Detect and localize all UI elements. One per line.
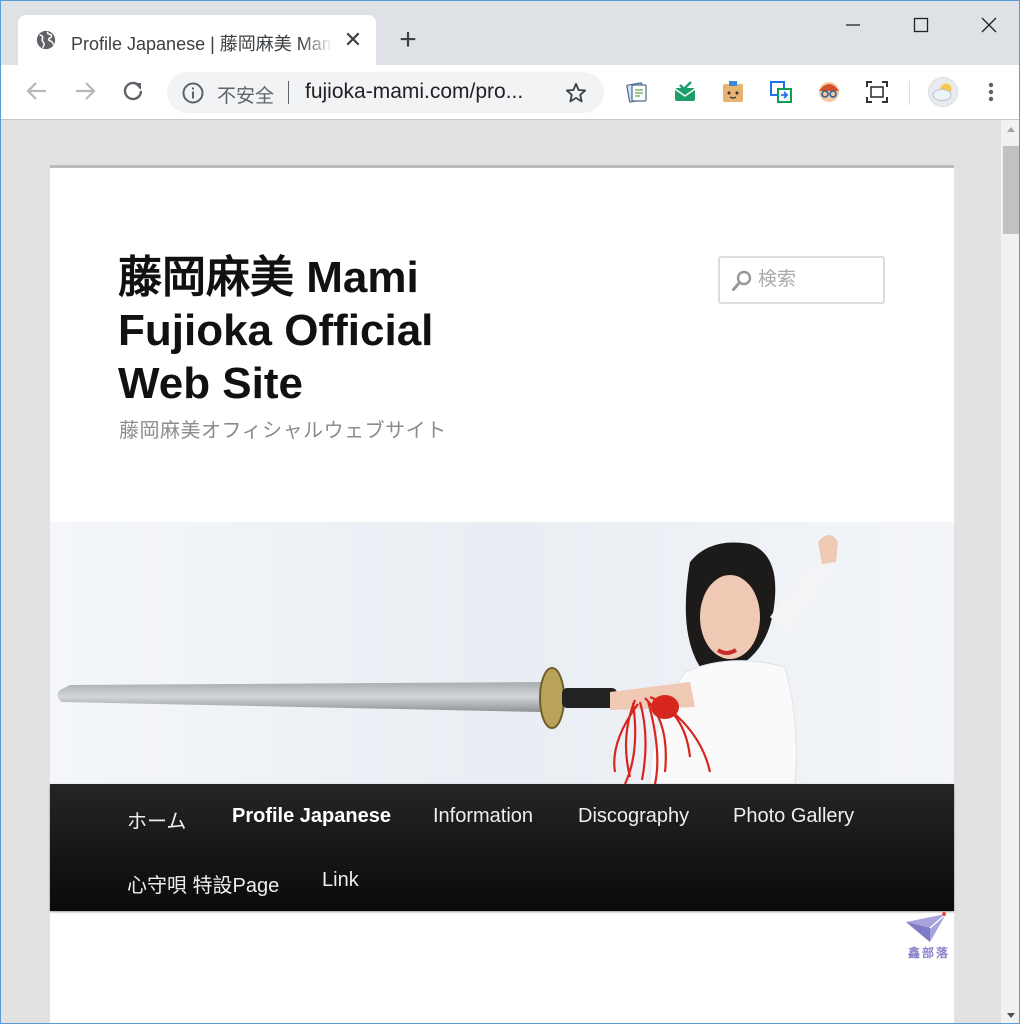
new-tab-plus-icon[interactable]: + — [393, 25, 423, 55]
mail-check-icon[interactable] — [672, 79, 698, 105]
main-navigation: ホーム Profile Japanese Information Discogr… — [50, 784, 954, 911]
weather-icon — [932, 83, 952, 101]
cartoon-avatar-icon[interactable] — [816, 79, 842, 105]
minimize-icon — [846, 24, 860, 26]
browser-tab-active[interactable]: Profile Japanese | 藤岡麻美 Mami Fujioka Off… — [18, 15, 376, 65]
notes-icon[interactable] — [624, 79, 650, 105]
maximize-icon — [913, 17, 929, 33]
scroll-up-arrow-icon[interactable] — [1001, 120, 1020, 140]
header-image — [50, 522, 954, 784]
back-arrow-icon[interactable] — [23, 77, 51, 105]
paper-plane-icon — [906, 912, 947, 942]
nav-item-home[interactable]: ホーム — [127, 805, 186, 834]
globe-icon — [36, 30, 56, 50]
watermark-logo: 鑫部落 — [900, 910, 956, 964]
site-description: 藤岡麻美オフィシャルウェブサイト — [119, 420, 447, 442]
site-page: 藤岡麻美 Mami Fujioka Official Web Site 藤岡麻美… — [50, 165, 956, 1023]
address-divider — [288, 81, 289, 104]
tab-title: Profile Japanese | 藤岡麻美 Mami Fujioka Off… — [71, 34, 333, 54]
maximize-button[interactable] — [901, 9, 941, 41]
security-label: 不安全 — [217, 86, 275, 107]
page-viewport: 藤岡麻美 Mami Fujioka Official Web Site 藤岡麻美… — [1, 120, 1001, 1023]
screenshot-icon[interactable] — [864, 79, 890, 105]
nav-item-profile-japanese[interactable]: Profile Japanese — [232, 805, 391, 828]
watermark-text: 鑫部落 — [907, 946, 950, 960]
nav-item-photo-gallery[interactable]: Photo Gallery — [733, 805, 854, 828]
nav-item-information[interactable]: Information — [433, 805, 533, 828]
profile-avatar[interactable] — [928, 77, 958, 107]
site-title[interactable]: 藤岡麻美 Mami Fujioka Official Web Site — [118, 251, 498, 410]
search-box[interactable] — [718, 256, 885, 304]
minimize-button[interactable] — [833, 9, 873, 41]
nav-item-link[interactable]: Link — [322, 869, 359, 892]
close-icon — [981, 17, 997, 33]
browser-toolbar: 不安全 fujioka-mami.com/pro... — [1, 65, 1019, 120]
search-input[interactable] — [758, 266, 878, 294]
search-icon — [732, 270, 752, 291]
scroll-down-arrow-icon[interactable] — [1001, 1005, 1020, 1024]
reload-icon[interactable] — [119, 77, 147, 105]
vertical-scrollbar[interactable] — [1001, 120, 1020, 1024]
share-window-icon[interactable] — [768, 79, 794, 105]
bookmark-star-icon[interactable] — [564, 81, 588, 105]
more-menu-icon[interactable] — [981, 79, 1001, 105]
nav-item-special-page[interactable]: 心守唄 特設Page — [127, 869, 279, 898]
info-icon[interactable] — [181, 81, 205, 105]
toolbar-divider — [909, 81, 910, 105]
box-face-icon[interactable] — [720, 79, 746, 105]
forward-arrow-icon[interactable] — [71, 77, 99, 105]
tab-close-icon[interactable]: ✕ — [340, 27, 366, 53]
address-bar[interactable]: 不安全 fujioka-mami.com/pro... — [167, 72, 604, 113]
close-window-button[interactable] — [969, 9, 1009, 41]
nav-item-discography[interactable]: Discography — [578, 805, 689, 828]
url-text[interactable]: fujioka-mami.com/pro... — [305, 80, 523, 104]
browser-window: Profile Japanese | 藤岡麻美 Mami Fujioka Off… — [0, 0, 1020, 1024]
header-photo-sword-woman — [50, 522, 954, 784]
scrollbar-thumb[interactable] — [1003, 146, 1019, 234]
tab-strip: Profile Japanese | 藤岡麻美 Mami Fujioka Off… — [1, 1, 1019, 65]
